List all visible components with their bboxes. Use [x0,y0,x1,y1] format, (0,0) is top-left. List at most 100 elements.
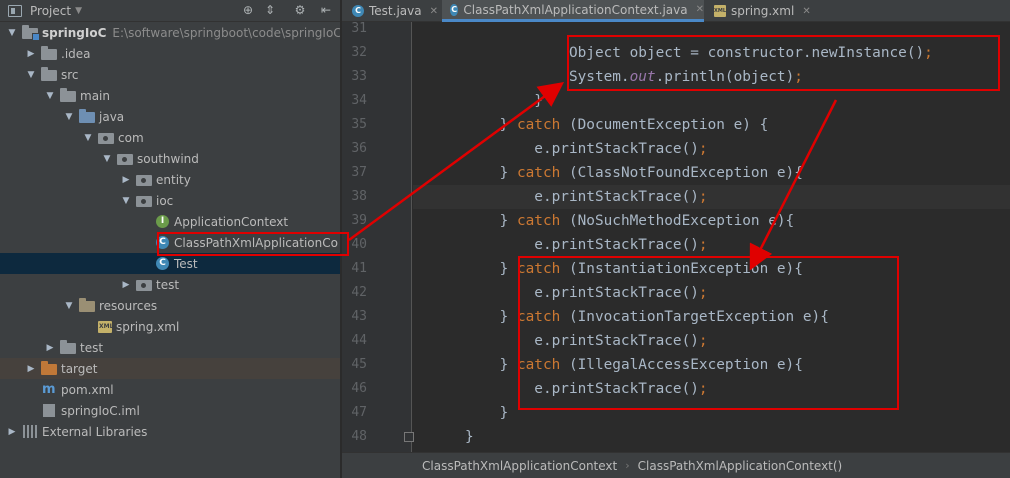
chevron-right-icon[interactable]: ▶ [25,363,37,375]
chevron-down-icon[interactable]: ▼ [25,69,37,81]
hide-panel-icon[interactable]: ⇤ [318,2,334,18]
code-line[interactable]: } [413,401,1010,425]
project-panel-title[interactable]: Project [30,4,71,18]
code-line[interactable]: e.printStackTrace(); [413,281,1010,305]
tree-item-applicationcontext[interactable]: I ApplicationContext [0,211,340,232]
line-number: 34 [351,93,367,108]
chevron-right-icon[interactable]: ▶ [120,279,132,291]
tree-item-southwind[interactable]: ▼ southwind [0,148,340,169]
folder-icon [41,66,57,81]
chevron-right-icon[interactable]: ▶ [120,174,132,186]
chevron-right-icon[interactable]: ▶ [25,48,37,60]
code-line[interactable]: e.printStackTrace(); [413,329,1010,353]
chevron-down-icon[interactable]: ▼ [75,6,82,16]
tree-item-entity[interactable]: ▶ entity [0,169,340,190]
chevron-down-icon[interactable]: ▼ [6,27,18,39]
tree-item-test[interactable]: C Test [0,253,340,274]
code-line[interactable] [413,22,1010,41]
code-token: } [413,261,517,277]
tree-item-springioc[interactable]: ▼ springIoC E:\software\springboot\code\sp… [0,22,340,43]
collapse-all-icon[interactable]: ⇕ [262,2,278,18]
chevron-down-icon[interactable]: ▼ [44,90,56,102]
tree-item-ioc[interactable]: ▼ ioc [0,190,340,211]
chevron-down-icon[interactable]: ▼ [63,111,75,123]
tree-item-idea[interactable]: ▶ .idea [0,43,340,64]
code-token: catch [516,117,561,133]
chevron-down-icon[interactable]: ▼ [82,132,94,144]
folder-icon [60,87,76,102]
folder-icon [41,45,57,60]
code-line[interactable]: } catch (InvocationTargetException e){ [413,305,1010,329]
tree-item-classpathxmlapplicationco[interactable]: C ClassPathXmlApplicationCo [0,232,340,253]
tab-spring-xml[interactable]: XML spring.xml ✕ [706,0,818,22]
code-token: } [413,213,517,229]
line-number: 44 [351,333,367,348]
code-line[interactable]: System.out.println(object); [413,65,1010,89]
line-number: 40 [351,237,367,252]
locate-target-icon[interactable]: ⊕ [240,2,256,18]
gear-icon[interactable]: ⚙ [292,2,308,18]
code-editor[interactable]: Object object = constructor.newInstance(… [413,22,1010,452]
code-token: e.printStackTrace() [413,189,699,205]
code-token: ; [698,141,708,157]
tree-item-target[interactable]: ▶ target [0,358,340,379]
tree-item-pom-xml[interactable]: m pom.xml [0,379,340,400]
class-icon: C [352,5,364,17]
code-line[interactable]: } catch (NoSuchMethodException e){ [413,209,1010,233]
code-token: e.printStackTrace() [413,333,699,349]
code-line[interactable]: } catch (DocumentException e) { [413,113,1010,137]
code-line[interactable]: Object object = constructor.newInstance(… [413,41,1010,65]
code-token: catch [516,213,561,229]
tree-item-springioc-iml[interactable]: springIoC.iml [0,400,340,421]
chevron-down-icon[interactable]: ▼ [101,153,113,165]
tree-item-java[interactable]: ▼ java [0,106,340,127]
code-line[interactable]: } [413,425,1010,449]
tree-item-src[interactable]: ▼ src [0,64,340,85]
tree-item-label: resources [99,298,158,313]
code-token: catch [516,261,561,277]
breadcrumb-class[interactable]: ClassPathXmlApplicationContext [422,459,617,473]
chevron-down-icon[interactable]: ▼ [63,300,75,312]
close-icon[interactable]: ✕ [696,4,704,15]
tab-label: spring.xml [731,4,795,18]
line-number: 47 [351,405,367,420]
tree-item-test[interactable]: ▶ test [0,274,340,295]
breadcrumb-method[interactable]: ClassPathXmlApplicationContext() [638,459,843,473]
tree-item-label: .idea [61,46,91,61]
code-line[interactable]: e.printStackTrace(); [413,233,1010,257]
tab-label: Test.java [369,4,422,18]
close-icon[interactable]: ✕ [802,6,810,17]
tree-item-test[interactable]: ▶ test [0,337,340,358]
code-token: (IllegalAccessException e){ [560,357,803,373]
line-number-gutter[interactable]: 31 32 33 34 35 36 37 38 39 40 41 42 43 44 45 46 47 48 [342,21,414,452]
tree-item-label: springIoC.iml [61,403,140,418]
tree-item-label: test [80,340,104,355]
code-line[interactable]: e.printStackTrace(); [413,377,1010,401]
tree-item-spring-xml[interactable]: spring.xml [0,316,340,337]
tree-item-label: southwind [137,151,199,166]
tree-item-external-libraries[interactable]: ▶ External Libraries [0,421,340,442]
tree-item-label: ClassPathXmlApplicationCo [174,235,338,250]
code-line[interactable]: e.printStackTrace(); [413,185,1010,209]
class-icon: C [450,3,459,16]
code-line[interactable]: } [413,89,1010,113]
tree-item-com[interactable]: ▼ com [0,127,340,148]
close-icon[interactable]: ✕ [430,6,438,17]
chevron-right-icon[interactable]: ▶ [44,342,56,354]
chevron-down-icon[interactable]: ▼ [120,195,132,207]
line-number: 41 [351,261,367,276]
tree-item-label: Test [174,256,198,271]
tree-item-resources[interactable]: ▼ resources [0,295,340,316]
tree-item-main[interactable]: ▼ main [0,85,340,106]
package-icon [98,132,114,144]
project-panel-header: Project ▼ ⊕ ⇕ ⚙ ⇤ [0,0,340,22]
tab-classpathxmlapplicationcontext-java[interactable]: C ClassPathXmlApplicationContext.java ✕ [442,0,704,22]
code-line[interactable]: } catch (InstantiationException e){ [413,257,1010,281]
code-line[interactable]: } catch (IllegalAccessException e){ [413,353,1010,377]
xml-file-icon [98,320,113,333]
code-token: ; [698,333,708,349]
chevron-right-icon[interactable]: ▶ [6,426,18,438]
code-line[interactable]: } catch (ClassNotFoundException e){ [413,161,1010,185]
code-line[interactable]: e.printStackTrace(); [413,137,1010,161]
